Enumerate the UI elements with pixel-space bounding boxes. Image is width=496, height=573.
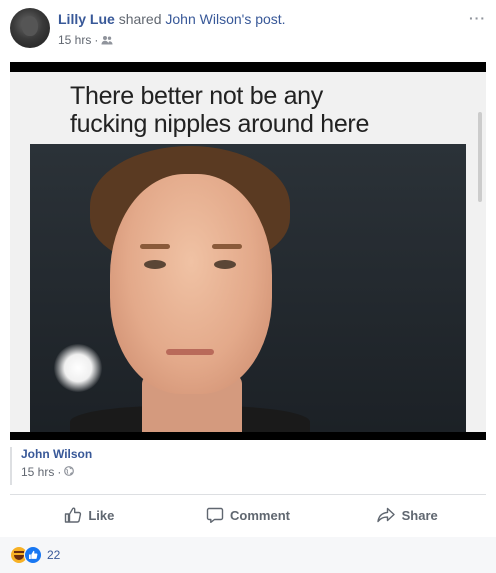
thumbs-up-icon: [64, 506, 82, 524]
comment-icon: [206, 506, 224, 524]
post-meta: 15 hrs ·: [58, 33, 113, 47]
meta-separator: ·: [94, 33, 99, 47]
share-label: Share: [401, 507, 438, 523]
original-meta-separator: ·: [57, 465, 62, 479]
left-eye: [144, 260, 166, 269]
right-brow: [212, 244, 242, 249]
left-brow: [140, 244, 170, 249]
meme-photo: [30, 144, 466, 432]
share-button[interactable]: Share: [327, 500, 486, 530]
globe-icon[interactable]: [64, 465, 75, 479]
post-link[interactable]: 's post.: [242, 11, 286, 27]
original-author-link[interactable]: John Wilson: [165, 11, 241, 27]
post-header: Lilly Lue shared John Wilson's post. 15 …: [10, 8, 486, 52]
original-post-meta: 15 hrs ·: [21, 465, 92, 479]
shared-post: Lilly Lue shared John Wilson's post. 15 …: [0, 0, 496, 573]
face: [110, 174, 272, 394]
comment-label: Comment: [230, 507, 290, 523]
divider: [10, 494, 486, 495]
original-author-name[interactable]: John Wilson: [21, 447, 92, 461]
like-button[interactable]: Like: [10, 500, 169, 530]
post-image[interactable]: There better not be any fucking nipples …: [10, 62, 486, 440]
reaction-count: 22: [47, 548, 61, 562]
timestamp[interactable]: 15 hrs: [58, 33, 91, 47]
action-bar: Like Comment Share: [10, 500, 486, 530]
original-timestamp[interactable]: 15 hrs: [21, 465, 54, 479]
reactions-bar: 22: [0, 537, 496, 573]
friends-icon[interactable]: [101, 35, 113, 45]
light-spot: [54, 344, 102, 392]
author-link[interactable]: Lilly Lue: [58, 11, 115, 27]
meme-caption-line-1: There better not be any: [70, 82, 323, 110]
like-label: Like: [88, 507, 115, 523]
right-eye: [214, 260, 236, 269]
meme-caption: There better not be any fucking nipples …: [70, 82, 450, 138]
avatar[interactable]: [10, 8, 50, 48]
share-icon: [376, 506, 396, 524]
like-reaction-icon: [24, 546, 42, 564]
comment-button[interactable]: Comment: [169, 500, 328, 530]
original-post-attribution: John Wilson 15 hrs ·: [10, 447, 92, 485]
mouth: [166, 349, 214, 355]
meme-caption-line-2: fucking nipples around here: [70, 110, 370, 138]
reactions-summary[interactable]: 22: [10, 546, 60, 564]
post-headline: Lilly Lue shared John Wilson's post.: [58, 11, 286, 27]
more-options-icon[interactable]: ···: [469, 10, 486, 26]
meme-image: There better not be any fucking nipples …: [10, 72, 486, 432]
shared-label: shared: [118, 11, 162, 27]
scrollbar-edge: [478, 112, 482, 202]
